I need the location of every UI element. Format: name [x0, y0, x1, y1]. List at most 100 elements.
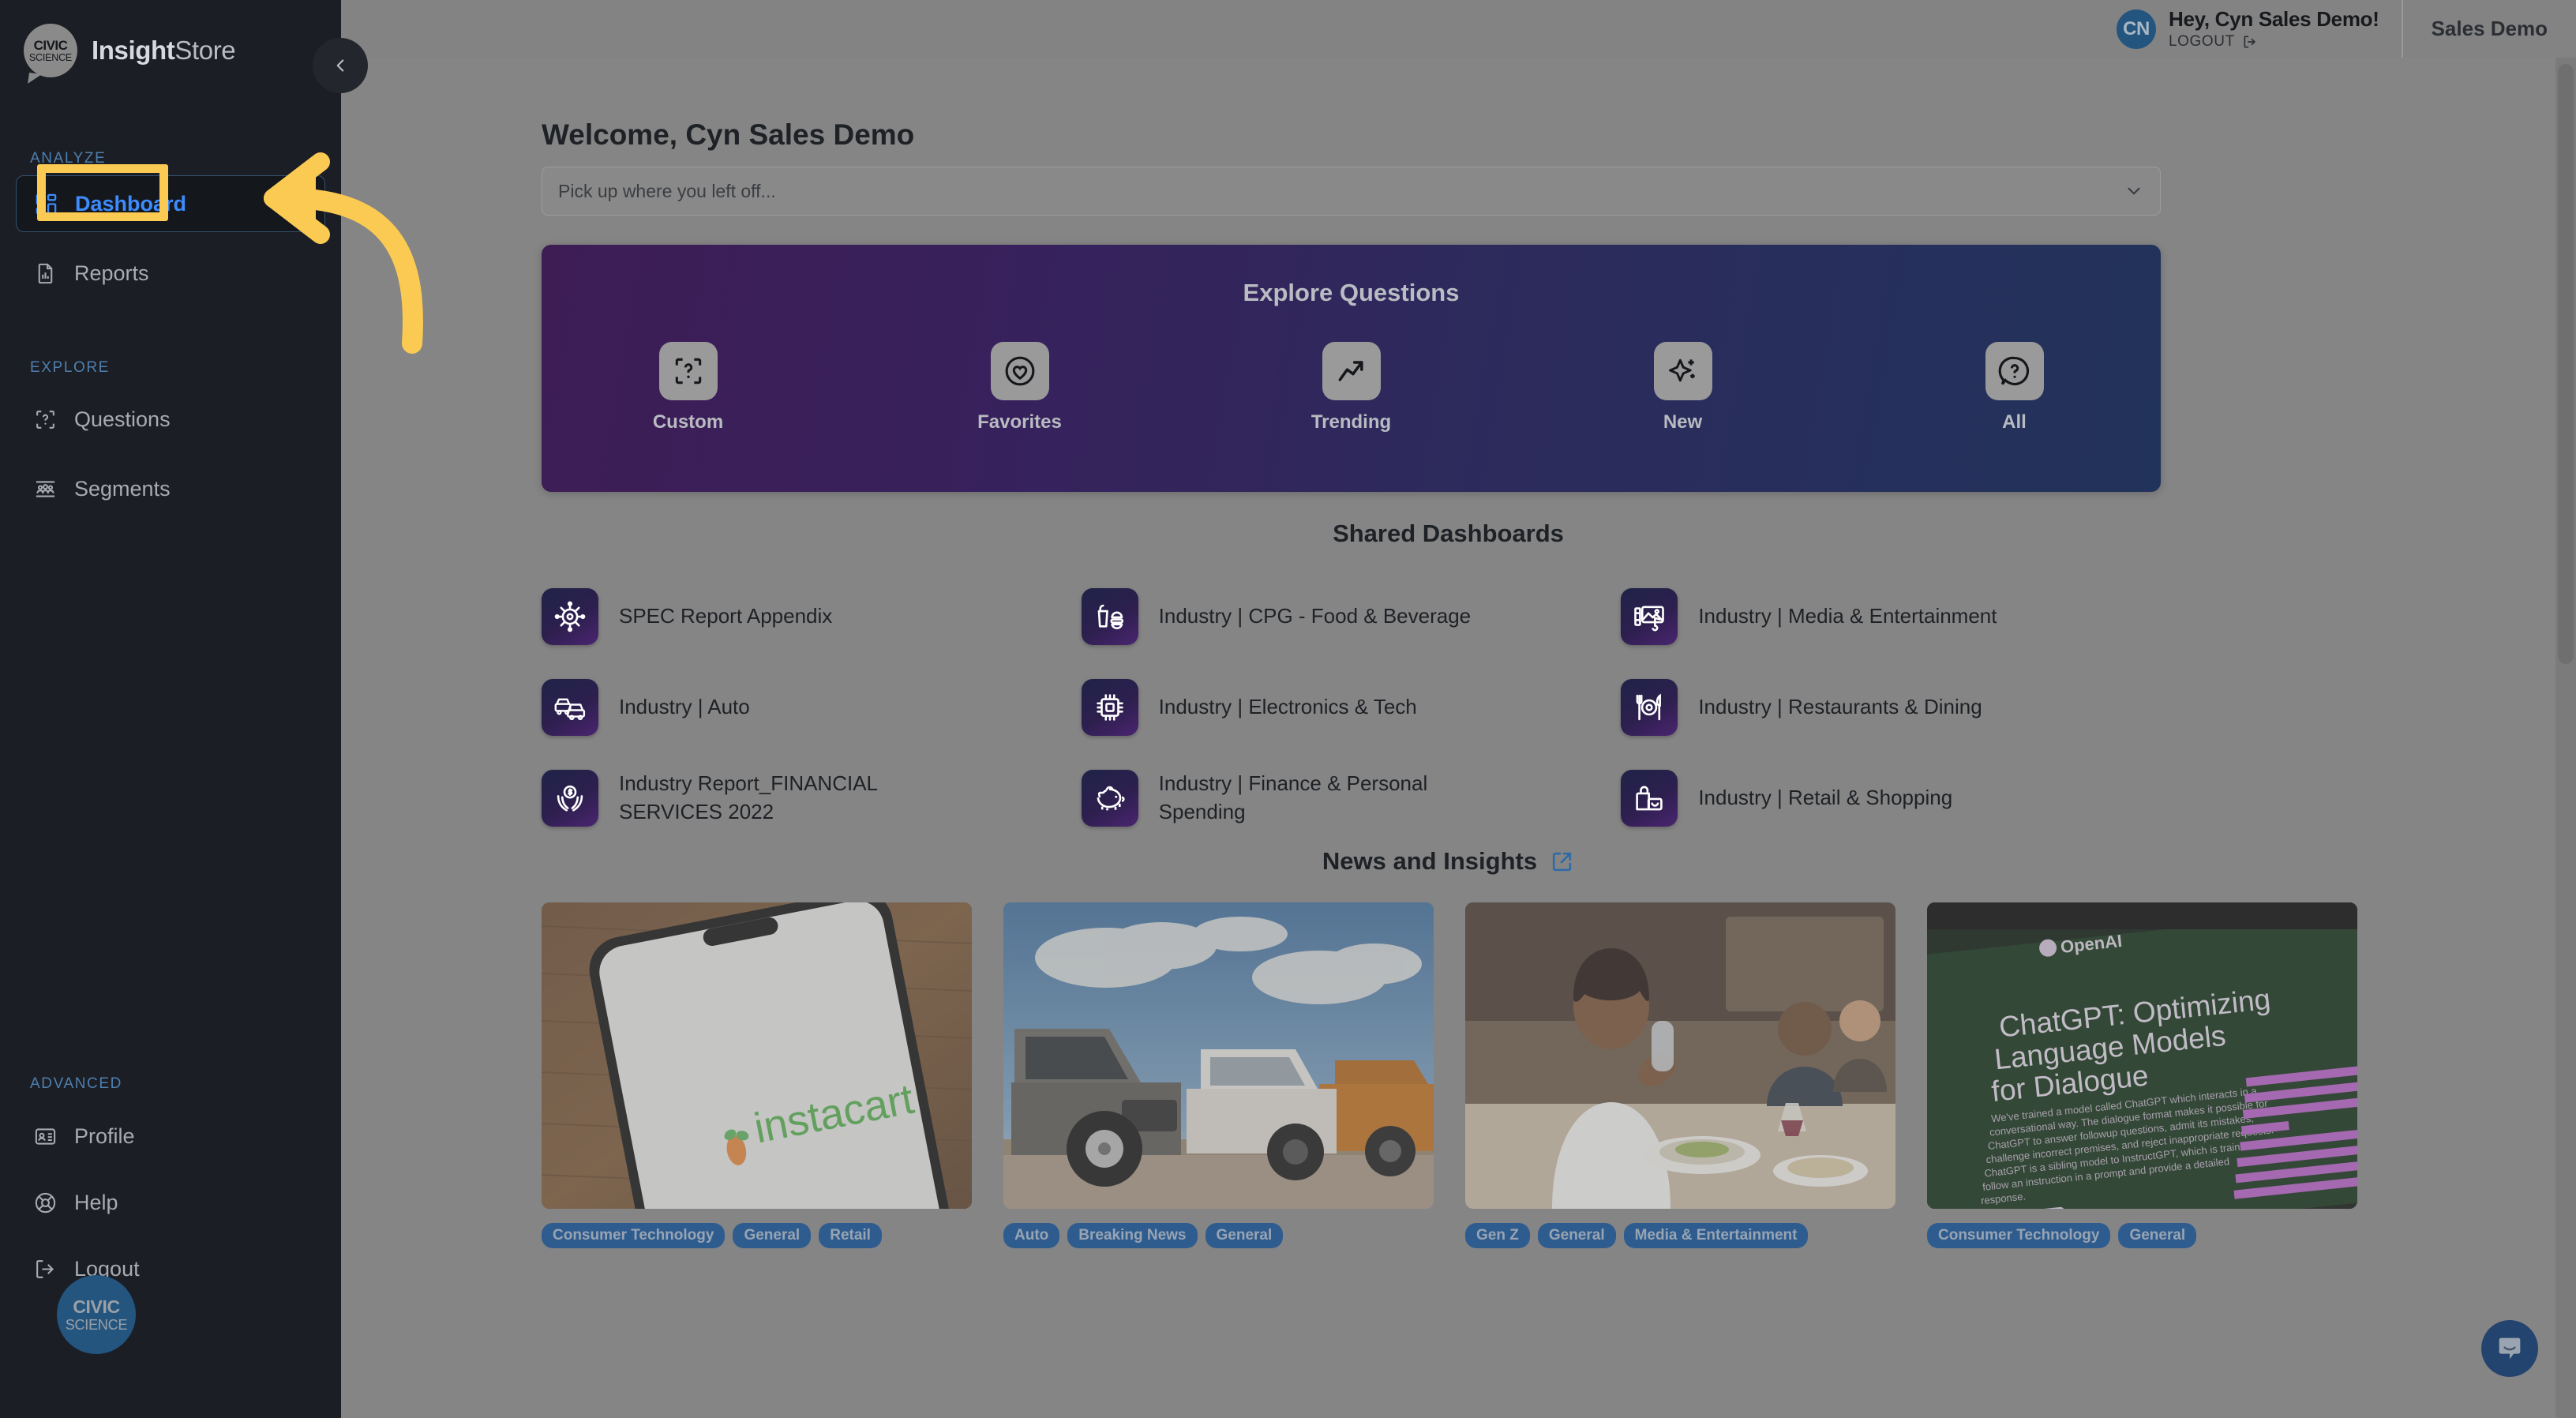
sidebar-item-profile-label: Profile: [74, 1124, 135, 1148]
report-document-icon: [32, 260, 58, 287]
dashboard-link-restaurants-dining[interactable]: Industry | Restaurants & Dining: [1621, 662, 2161, 752]
brand: CIVIC SCIENCE InsightStore: [24, 24, 236, 77]
sidebar-section-advanced-label: ADVANCED: [30, 1075, 122, 1092]
sidebar-item-logout[interactable]: Logout: [16, 1240, 325, 1297]
trend-up-icon: [1322, 342, 1381, 400]
news-card-image-instacart: instacart: [542, 902, 972, 1209]
app-title: InsightStore: [92, 36, 236, 66]
news-tag[interactable]: General: [1205, 1223, 1284, 1248]
sidebar-collapse-button[interactable]: [313, 38, 368, 93]
dashboard-link-label: Industry | Finance & Personal Spending: [1158, 771, 1428, 823]
chat-widget-button[interactable]: [2481, 1320, 2538, 1377]
news-tag[interactable]: General: [1537, 1223, 1616, 1248]
explore-item-custom[interactable]: Custom: [641, 342, 736, 433]
news-tag[interactable]: Breaking News: [1067, 1223, 1198, 1248]
virus-gear-icon: [542, 587, 598, 645]
dashboard-link-label: SPEC Report Appendix: [619, 603, 833, 628]
sidebar-section-analyze-label: ANALYZE: [30, 150, 107, 167]
dashboard-link-label: Industry | Auto: [619, 694, 750, 718]
avatar: CN: [2116, 9, 2156, 49]
explore-item-favorites[interactable]: Favorites: [973, 342, 1067, 433]
sidebar-item-reports-label: Reports: [74, 261, 149, 285]
news-card[interactable]: OpenAI ChatGPT: Optimizing Language Mode…: [1927, 902, 2357, 1248]
news-tag[interactable]: Media & Entertainment: [1623, 1223, 1809, 1248]
badge-line-2: SCIENCE: [65, 1316, 128, 1333]
question-box-icon: [658, 342, 718, 400]
civicscience-logo: CIVIC SCIENCE: [24, 24, 77, 77]
dashboard-link-retail-shopping[interactable]: Industry | Retail & Shopping: [1621, 752, 2161, 843]
explore-item-trending[interactable]: Trending: [1304, 342, 1399, 433]
news-card-image-dining: [1465, 902, 1895, 1209]
dashboard-link-label: Industry | Electronics & Tech: [1158, 694, 1417, 718]
food-drink-icon: [1081, 587, 1138, 645]
dashboard-link-auto[interactable]: Industry | Auto: [542, 662, 1082, 752]
id-card-icon: [32, 1123, 58, 1150]
logout-arrow-icon: [2244, 36, 2255, 48]
news-card[interactable]: Gen Z General Media & Entertainment: [1465, 902, 1895, 1248]
news-tag[interactable]: General: [733, 1223, 812, 1248]
news-card[interactable]: instacart Consumer Technology General Re…: [542, 902, 972, 1248]
sidebar-item-help[interactable]: Help: [16, 1174, 325, 1231]
sidebar-item-help-label: Help: [74, 1190, 118, 1214]
news-card-tags: Consumer Technology General: [1927, 1223, 2357, 1248]
greeting-text: Hey, Cyn Sales Demo!: [2168, 7, 2379, 31]
dashboard-link-financial-services-2022[interactable]: Industry Report_FINANCIAL SERVICES 2022: [542, 752, 1082, 843]
dashboard-link-spec-report-appendix[interactable]: SPEC Report Appendix: [542, 571, 1082, 662]
dashboard-link-media-entertainment[interactable]: Industry | Media & Entertainment: [1621, 571, 2161, 662]
logo-line-1: CIVIC: [33, 37, 68, 53]
heart-icon: [990, 342, 1049, 400]
news-tag[interactable]: General: [2118, 1223, 2197, 1248]
explore-item-all[interactable]: All: [1967, 342, 2062, 433]
news-tag[interactable]: Gen Z: [1465, 1223, 1530, 1248]
app-title-bold: Insight: [92, 36, 175, 65]
shared-dashboards-title: Shared Dashboards: [1333, 520, 1564, 547]
dashboard-link-label: Industry | Media & Entertainment: [1698, 603, 1997, 628]
chat-bubble-smile-icon: [2499, 1337, 2521, 1360]
cutlery-plate-icon: [1621, 678, 1678, 736]
shopping-bag-icon: [1621, 769, 1678, 827]
question-chat-icon: [1985, 342, 2044, 400]
external-link-icon[interactable]: [1550, 850, 1574, 874]
logout-arrow-icon: [32, 1255, 58, 1282]
dashboard-link-cpg-food-beverage[interactable]: Industry | CPG - Food & Beverage: [1081, 571, 1622, 662]
logout-button[interactable]: LOGOUT: [2169, 33, 2379, 51]
sidebar-item-questions-label: Questions: [74, 407, 171, 431]
explore-item-new[interactable]: New: [1636, 342, 1730, 433]
news-tag[interactable]: Consumer Technology: [542, 1223, 726, 1248]
badge-line-1: CIVIC: [73, 1296, 120, 1317]
explore-questions-banner: Explore Questions Custom Favorites Trend…: [542, 245, 2161, 492]
dashboard-icon: [32, 190, 59, 217]
news-tag[interactable]: Retail: [819, 1223, 882, 1248]
news-card-tags: Consumer Technology General Retail: [542, 1223, 972, 1248]
chevron-left-icon: [336, 59, 344, 72]
sidebar-item-reports[interactable]: Reports: [16, 245, 325, 302]
news-and-insights-header: News and Insights: [341, 847, 2555, 876]
news-tag[interactable]: Auto: [1003, 1223, 1060, 1248]
media-photo-music-icon: [1621, 587, 1678, 645]
sidebar: CIVIC SCIENCE InsightStore ANALYZE Dashb…: [0, 0, 368, 1418]
sidebar-item-segments[interactable]: Segments: [16, 460, 325, 517]
vertical-scrollbar[interactable]: [2555, 58, 2576, 1418]
sidebar-item-segments-label: Segments: [74, 476, 171, 501]
scrollbar-thumb[interactable]: [2558, 64, 2574, 664]
cpu-chip-icon: [1081, 678, 1138, 736]
dashboard-link-electronics-tech[interactable]: Industry | Electronics & Tech: [1081, 662, 1622, 752]
dashboard-link-label: Industry | CPG - Food & Beverage: [1158, 603, 1472, 628]
explore-item-custom-label: Custom: [652, 411, 724, 433]
civicscience-badge[interactable]: CIVIC SCIENCE: [57, 1275, 136, 1354]
shared-dashboards-grid: SPEC Report Appendix Industry | CPG - Fo…: [542, 571, 2161, 843]
dashboard-link-label: Industry Report_FINANCIAL SERVICES 2022: [619, 771, 878, 823]
news-card[interactable]: Auto Breaking News General: [1003, 902, 1434, 1248]
dashboard-link-label: Industry | Restaurants & Dining: [1698, 694, 1982, 718]
news-card-image-chatgpt: OpenAI ChatGPT: Optimizing Language Mode…: [1927, 902, 2357, 1209]
sparkle-icon: [1653, 342, 1712, 400]
news-tag[interactable]: Consumer Technology: [1927, 1223, 2111, 1248]
news-cards-grid: instacart Consumer Technology General Re…: [542, 902, 2357, 1248]
sidebar-item-dashboard[interactable]: Dashboard: [16, 175, 325, 232]
pickup-dropdown[interactable]: Pick up where you left off...: [542, 167, 2161, 216]
sidebar-item-questions[interactable]: Questions: [16, 391, 325, 448]
user-menu[interactable]: CN Hey, Cyn Sales Demo! LOGOUT: [2116, 7, 2402, 51]
chevron-down-icon: [2128, 187, 2140, 195]
dashboard-link-finance-personal-spending[interactable]: Industry | Finance & Personal Spending: [1081, 752, 1622, 843]
sidebar-item-profile[interactable]: Profile: [16, 1108, 325, 1165]
